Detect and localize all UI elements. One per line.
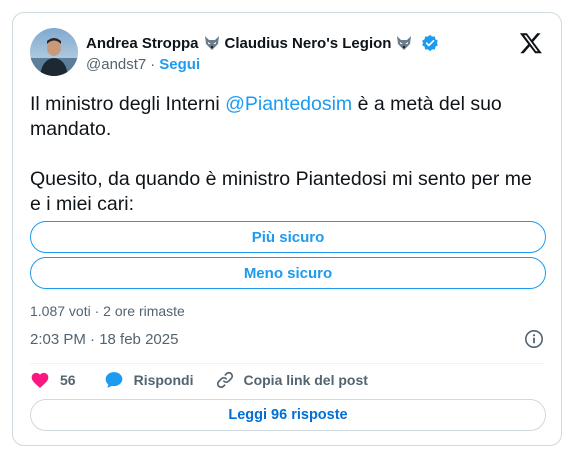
reply-label: Rispondi: [133, 372, 194, 388]
divider: [30, 363, 544, 364]
like-count: 56: [60, 372, 76, 388]
read-replies-button[interactable]: Leggi 96 risposte: [30, 399, 546, 431]
display-name-suffix[interactable]: Claudius Nero's Legion: [225, 35, 392, 52]
action-bar: 56 Rispondi Copia link del post: [30, 369, 368, 391]
reply-button[interactable]: Rispondi: [104, 370, 194, 390]
copy-link-button[interactable]: Copia link del post: [215, 370, 368, 390]
handle[interactable]: @andst7: [86, 56, 146, 73]
tweet-paragraph: Quesito, da quando è ministro Piantedosi…: [30, 168, 532, 215]
reply-bubble-icon: [105, 372, 122, 388]
copy-link-label: Copia link del post: [243, 372, 368, 388]
verified-badge-icon: [421, 34, 439, 52]
mention-link[interactable]: @Piantedosim: [225, 93, 352, 115]
handle-row: @andst7 · Segui: [86, 56, 200, 73]
poll-option[interactable]: Più sicuro: [30, 221, 546, 253]
heart-icon: [31, 372, 49, 388]
link-icon: [217, 371, 234, 389]
like-button[interactable]: 56: [30, 370, 76, 390]
tweet-card: Andrea Stroppa Claudius Nero's Legion @a…: [12, 12, 562, 446]
poll-option[interactable]: Meno sicuro: [30, 257, 546, 289]
tweet-paragraph: Il ministro degli Interni @Piantedosim è…: [30, 92, 546, 142]
separator-dot: ·: [150, 56, 156, 73]
author-name-row[interactable]: Andrea Stroppa Claudius Nero's Legion: [86, 33, 439, 53]
tweet-text: Il ministro degli Interni @Piantedosim è…: [30, 92, 546, 217]
display-name[interactable]: Andrea Stroppa: [86, 35, 199, 52]
avatar[interactable]: [30, 28, 78, 76]
wolf-icon: [395, 34, 413, 52]
poll-meta: 1.087 voti · 2 ore rimaste: [30, 303, 185, 319]
info-icon[interactable]: [524, 329, 544, 349]
tweet-text-part: Il ministro degli Interni: [30, 93, 226, 115]
follow-button[interactable]: Segui: [159, 56, 200, 73]
timestamp[interactable]: 2:03 PM · 18 feb 2025: [30, 331, 178, 348]
wolf-icon: [203, 34, 221, 52]
x-logo-icon[interactable]: [519, 31, 543, 55]
